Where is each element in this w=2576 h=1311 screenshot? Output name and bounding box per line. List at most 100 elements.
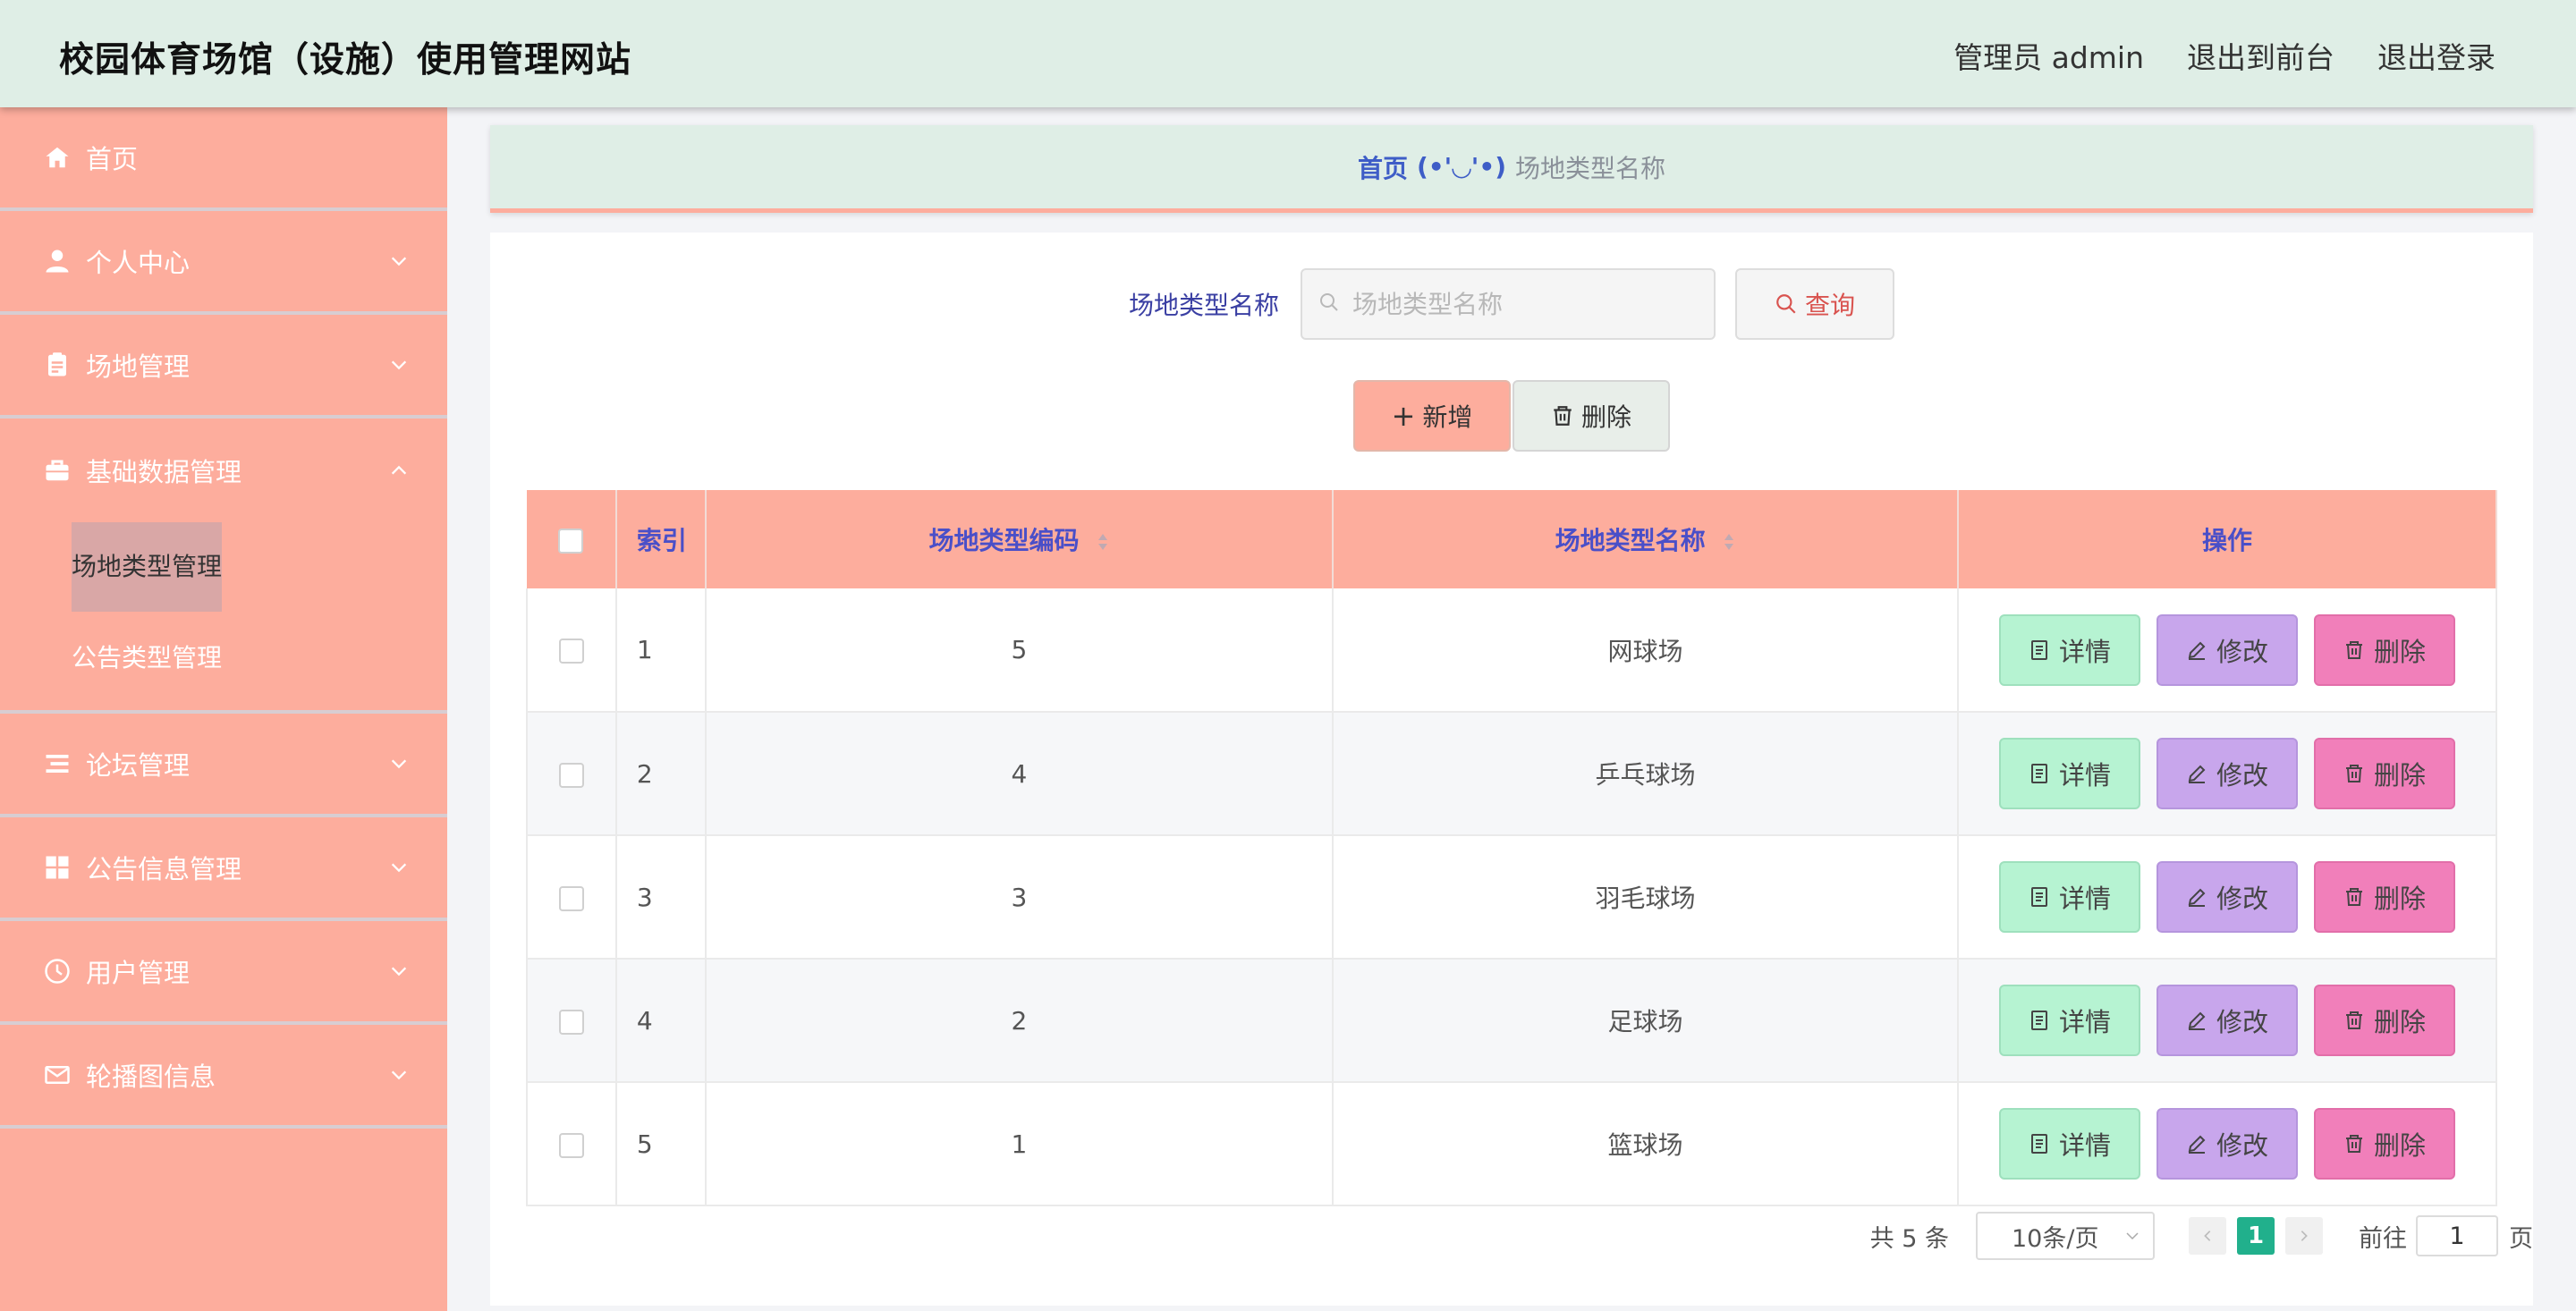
chevron-up-icon (386, 458, 411, 483)
row-checkbox[interactable] (558, 1009, 584, 1035)
edit-button[interactable]: 修改 (2157, 1108, 2299, 1180)
prev-page-button[interactable] (2189, 1217, 2226, 1255)
sort-icon[interactable] (1097, 532, 1109, 552)
sidebar-item-profile[interactable]: 个人中心 (0, 211, 447, 315)
sidebar-subitem-label: 公告类型管理 (72, 643, 223, 672)
edit-label: 修改 (2216, 1130, 2269, 1161)
edit-icon (2188, 1011, 2206, 1030)
chevron-down-icon (2126, 1232, 2139, 1240)
row-checkbox[interactable] (558, 639, 584, 664)
edit-button[interactable]: 修改 (2157, 861, 2299, 933)
edit-button[interactable]: 修改 (2157, 613, 2299, 686)
header-code[interactable]: 场地类型编码 (705, 490, 1334, 588)
search-label: 场地类型名称 (1128, 291, 1279, 320)
top-header: 校园体育场馆（设施）使用管理网站 管理员 admin 退出到前台 退出登录 (0, 0, 2576, 107)
delete-button[interactable]: 删除 (2314, 1108, 2456, 1180)
sidebar-subitem-notice-type[interactable]: 公告类型管理 (0, 612, 447, 701)
exit-to-front-link[interactable]: 退出到前台 (2187, 34, 2334, 77)
delete-button[interactable]: 删除 (2314, 861, 2456, 933)
header-name[interactable]: 场地类型名称 (1332, 490, 1960, 588)
trash-icon (2346, 888, 2363, 906)
header-select-all[interactable] (527, 490, 617, 588)
sidebar-item-notice-info[interactable]: 公告信息管理 (0, 817, 447, 921)
detail-button[interactable]: 详情 (1999, 1108, 2141, 1180)
user-icon (43, 247, 72, 275)
detail-button[interactable]: 详情 (1999, 985, 2141, 1056)
detail-button[interactable]: 详情 (1999, 738, 2141, 809)
table-row: 4 2 足球场 详情 修改 删除 (526, 959, 2497, 1083)
row-ops: 详情 修改 删除 (1958, 959, 2497, 1083)
edit-icon (2188, 888, 2206, 907)
search-box[interactable] (1301, 268, 1716, 340)
search-icon (1318, 292, 1340, 317)
delete-label: 删除 (2374, 636, 2427, 667)
edit-label: 修改 (2216, 884, 2269, 914)
detail-label: 详情 (2059, 884, 2112, 914)
sidebar-item-label: 首页 (86, 144, 139, 174)
detail-button[interactable]: 详情 (1999, 613, 2141, 686)
table-row: 1 5 网球场 详情 修改 删除 (526, 588, 2497, 713)
sidebar-item-label: 公告信息管理 (86, 854, 242, 884)
query-button-label: 查询 (1804, 291, 1855, 320)
row-code: 1 (705, 1082, 1334, 1206)
delete-button[interactable]: 删除 (2314, 613, 2456, 686)
edit-label: 修改 (2216, 760, 2269, 791)
detail-button[interactable]: 详情 (1999, 861, 2141, 933)
page-number-current[interactable]: 1 (2237, 1217, 2275, 1255)
row-checkbox[interactable] (558, 885, 584, 911)
next-page-button[interactable] (2285, 1217, 2323, 1255)
delete-label: 删除 (2374, 760, 2427, 791)
query-button[interactable]: 查询 (1735, 268, 1894, 340)
sidebar-item-label: 轮播图信息 (86, 1061, 216, 1092)
edit-button[interactable]: 修改 (2157, 738, 2299, 809)
edit-button[interactable]: 修改 (2157, 985, 2299, 1056)
search-icon (1776, 294, 1796, 314)
detail-label: 详情 (2059, 1007, 2112, 1037)
add-button[interactable]: + 新增 (1353, 380, 1511, 452)
delete-button[interactable]: 删除 (2314, 738, 2456, 809)
goto-unit: 页 (2509, 1224, 2533, 1253)
row-code: 5 (705, 588, 1334, 713)
header-links: 管理员 admin 退出到前台 退出登录 (1953, 34, 2496, 77)
delete-button[interactable]: 删除 (2314, 985, 2456, 1056)
sidebar-subitem-venue-type[interactable]: 场地类型管理 (0, 522, 447, 612)
chevron-down-icon (386, 352, 411, 377)
list-icon (43, 749, 72, 778)
sort-icon[interactable] (1723, 532, 1735, 552)
sidebar-item-home[interactable]: 首页 (0, 107, 447, 211)
grid-icon (43, 853, 72, 882)
header-index-label: 索引 (636, 526, 687, 555)
home-icon (43, 143, 72, 172)
document-icon (2031, 1134, 2048, 1154)
admin-user-link[interactable]: 管理员 admin (1953, 34, 2144, 77)
goto-page-input[interactable]: 1 (2416, 1215, 2498, 1256)
mail-icon (43, 1061, 72, 1089)
sidebar-item-forum[interactable]: 论坛管理 (0, 714, 447, 817)
logout-link[interactable]: 退出登录 (2377, 34, 2496, 77)
chevron-down-icon (386, 855, 411, 880)
row-code: 2 (705, 959, 1334, 1083)
page-size-select[interactable]: 10条/页 (1976, 1212, 2155, 1260)
trash-icon (2346, 640, 2363, 659)
breadcrumb-home[interactable]: 首页 (1358, 149, 1408, 185)
edit-icon (2188, 765, 2206, 783)
pagination: 共 5 条 10条/页 1 前往 1 页 (1870, 1209, 2533, 1263)
select-all-checkbox[interactable] (558, 528, 584, 554)
row-checkbox[interactable] (558, 1132, 584, 1158)
row-ops: 详情 修改 删除 (1958, 588, 2497, 713)
sidebar-item-label: 个人中心 (86, 248, 191, 278)
sidebar-item-venue[interactable]: 场地管理 (0, 315, 447, 419)
header-ops: 操作 (1958, 490, 2497, 588)
sidebar-item-carousel[interactable]: 轮播图信息 (0, 1025, 447, 1129)
table-row: 5 1 篮球场 详情 修改 删除 (526, 1082, 2497, 1206)
chevron-down-icon (386, 751, 411, 776)
row-checkbox[interactable] (558, 762, 584, 788)
delete-label: 删除 (2374, 1007, 2427, 1037)
delete-label: 删除 (2374, 1130, 2427, 1161)
row-select-cell (526, 835, 617, 960)
sidebar-item-users[interactable]: 用户管理 (0, 921, 447, 1025)
batch-delete-button[interactable]: 删除 (1513, 380, 1670, 452)
edit-label: 修改 (2216, 1007, 2269, 1037)
search-input[interactable] (1352, 289, 1692, 319)
sidebar-item-basic-data[interactable]: 基础数据管理 (0, 419, 447, 522)
